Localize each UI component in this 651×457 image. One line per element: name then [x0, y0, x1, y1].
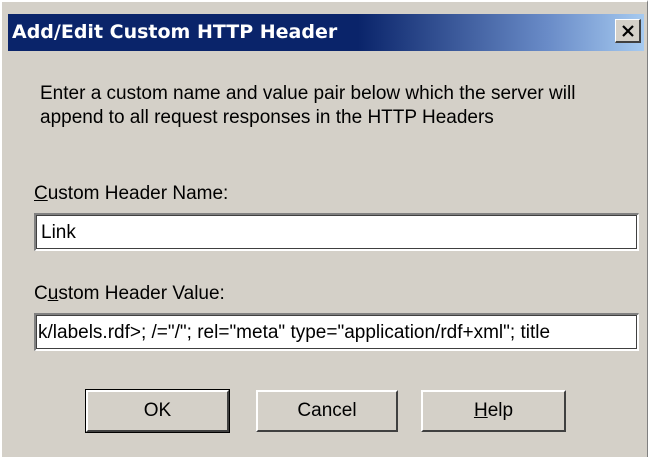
custom-header-value-input[interactable]: k/labels.rdf>; /="/"; rel="meta" type="a… — [34, 313, 639, 351]
custom-header-value-label: Custom Header Value: — [34, 283, 225, 304]
description-text: Enter a custom name and value pair below… — [40, 83, 576, 128]
title-bar: Add/Edit Custom HTTP Header — [8, 14, 644, 51]
custom-header-name-value: Link — [41, 222, 76, 243]
custom-header-name-label: Custom Header Name: — [34, 183, 229, 204]
custom-header-name-input[interactable]: Link — [34, 213, 639, 251]
close-button[interactable] — [615, 19, 641, 43]
dialog-title: Add/Edit Custom HTTP Header — [12, 21, 338, 43]
help-button[interactable]: Help — [421, 390, 566, 432]
close-icon — [622, 25, 634, 37]
dialog-window: Add/Edit Custom HTTP Header Enter a cust… — [0, 0, 648, 457]
cancel-button[interactable]: Cancel — [256, 390, 398, 432]
ok-button[interactable]: OK — [85, 389, 230, 433]
custom-header-value-value: k/labels.rdf>; /="/"; rel="meta" type="a… — [38, 322, 551, 343]
